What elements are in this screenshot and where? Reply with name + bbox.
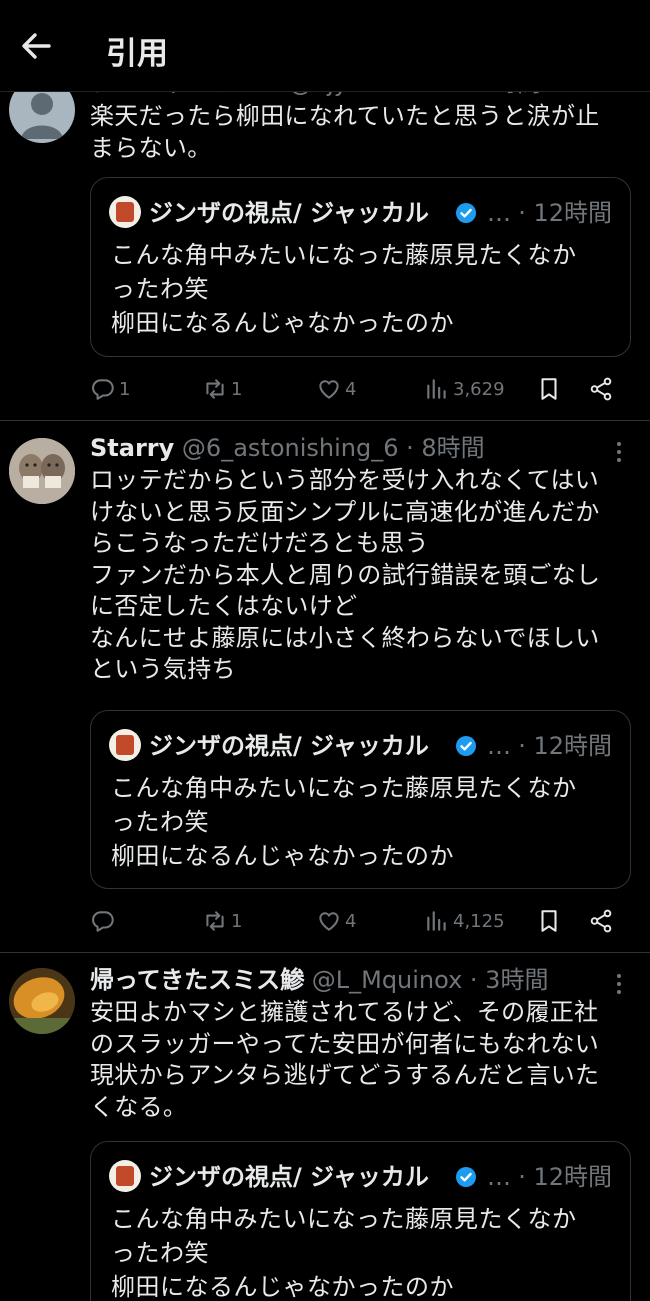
like-count: 4 (345, 910, 357, 932)
tweet-text: 安田よかマシと擁護されてるけど、その履正社 のスラッガーやってた安田が何者にもな… (90, 998, 600, 1121)
reply-icon (92, 379, 114, 400)
more-options-button[interactable] (614, 440, 624, 464)
tweet[interactable]: ねこジャーリー・ @ojyamanote · 9時間 楽天だったら柳田になれてい… (0, 60, 650, 421)
quoted-tweet-header: ジンザの視点/ ジャッカル … · 12時間 (109, 729, 612, 763)
quoted-time: · 12時間 (518, 1163, 612, 1191)
views-count: 4,125 (453, 910, 505, 932)
share-icon (590, 377, 612, 401)
quoted-time: · 12時間 (518, 732, 612, 760)
like-button[interactable]: 4 (316, 906, 356, 936)
retweet-button[interactable]: 1 (202, 906, 242, 936)
fried-food-image (9, 968, 75, 1034)
more-dot-icon (617, 458, 621, 462)
bookmark-button[interactable] (536, 906, 562, 936)
tweet-actions: 1 1 4 3,629 (90, 374, 630, 404)
tweet[interactable]: Starry @6_astonishing_6 · 8時間 ロッテだからという部… (0, 421, 650, 953)
page-title: 引用 (106, 36, 168, 72)
tweet[interactable]: 帰ってきたスミス鯵 @L_Mquinox · 3時間 安田よかマシと擁護されてる… (0, 953, 650, 1301)
arrow-left-icon (22, 33, 51, 59)
quoted-ellipsis: … (487, 1163, 511, 1191)
quoted-text: こんな角中みたいになった藤原見たくなか ったわ笑 柳田になるんじゃなかったのか (111, 1205, 577, 1301)
bookmark-icon (541, 910, 557, 932)
quoted-text: こんな角中みたいになった藤原見たくなか ったわ笑 柳田になるんじゃなかったのか (111, 241, 577, 337)
quoted-ellipsis: … (487, 199, 511, 227)
bookmark-icon (541, 378, 557, 400)
bookmark-button[interactable] (536, 374, 562, 404)
quoted-avatar-logo (109, 1160, 141, 1192)
like-count: 4 (345, 378, 357, 400)
reply-count: 1 (119, 378, 131, 400)
retweet-count: 1 (231, 910, 243, 932)
more-dot-icon (617, 442, 621, 446)
views-button[interactable]: 3,629 (424, 374, 505, 404)
quoted-text: こんな角中みたいになった藤原見たくなか ったわ笑 柳田になるんじゃなかったのか (111, 774, 577, 870)
back-button[interactable] (16, 26, 56, 66)
retweet-icon (206, 911, 224, 931)
tweet-text: 楽天だったら柳田になれていたと思うと涙が止 まらない。 (90, 102, 600, 162)
reply-button[interactable] (90, 906, 119, 936)
plush-toys-image (9, 438, 75, 504)
quoted-author-name: ジンザの視点/ ジャッカル (149, 199, 429, 227)
reply-icon (92, 911, 114, 932)
more-dot-icon (617, 974, 621, 978)
tweet-header: 帰ってきたスミス鯵 @L_Mquinox · 3時間 (90, 963, 610, 997)
like-button[interactable]: 4 (316, 374, 356, 404)
reply-button[interactable]: 1 (90, 374, 130, 404)
tweet-text: ロッテだからという部分を受け入れなくてはい けないと思う反面シンプルに高速化が進… (90, 466, 601, 683)
quoted-tweet[interactable]: ジンザの視点/ ジャッカル … · 12時間 こんな角中みたいになった藤原見たく… (90, 177, 631, 357)
views-chart-icon (427, 379, 446, 399)
verified-badge-icon (456, 736, 476, 756)
top-bar: 引用 (0, 0, 650, 92)
author-handle-time: @L_Mquinox · 3時間 (311, 966, 549, 994)
quoted-tweet-header: ジンザの視点/ ジャッカル … · 12時間 (109, 196, 612, 230)
quoted-avatar-logo (109, 729, 141, 761)
views-chart-icon (427, 911, 446, 931)
share-icon (590, 909, 612, 933)
more-dot-icon (617, 982, 621, 986)
more-options-button[interactable] (614, 972, 624, 996)
quoted-author-name: ジンザの視点/ ジャッカル (149, 732, 429, 760)
retweet-icon (206, 379, 224, 399)
quoted-ellipsis: … (487, 732, 511, 760)
retweet-button[interactable]: 1 (202, 374, 242, 404)
author-name[interactable]: 帰ってきたスミス鯵 (90, 966, 304, 994)
author-name[interactable]: Starry (90, 434, 174, 462)
verified-badge-icon (456, 1167, 476, 1187)
share-button[interactable] (588, 906, 614, 936)
quoted-tweet[interactable]: ジンザの視点/ ジャッカル … · 12時間 こんな角中みたいになった藤原見たく… (90, 1141, 631, 1301)
author-handle-time: @6_astonishing_6 · 8時間 (181, 434, 485, 462)
quoted-avatar-logo (109, 196, 141, 228)
retweet-count: 1 (231, 378, 243, 400)
more-dot-icon (617, 990, 621, 994)
tweet-actions: 1 4 4,125 (90, 906, 630, 936)
avatar-starry[interactable] (9, 438, 75, 504)
share-button[interactable] (588, 374, 614, 404)
quoted-tweet-header: ジンザの視点/ ジャッカル … · 12時間 (109, 1160, 612, 1194)
views-button[interactable]: 4,125 (424, 906, 505, 936)
heart-icon (319, 380, 339, 399)
quoted-tweet[interactable]: ジンザの視点/ ジャッカル … · 12時間 こんな角中みたいになった藤原見たく… (90, 710, 631, 889)
avatar-food[interactable] (9, 968, 75, 1034)
tweet-header: Starry @6_astonishing_6 · 8時間 (90, 431, 610, 465)
quoted-time: · 12時間 (518, 199, 612, 227)
more-dot-icon (617, 450, 621, 454)
verified-badge-icon (456, 203, 476, 223)
heart-icon (319, 912, 339, 931)
views-count: 3,629 (453, 378, 505, 400)
quoted-author-name: ジンザの視点/ ジャッカル (149, 1163, 429, 1191)
